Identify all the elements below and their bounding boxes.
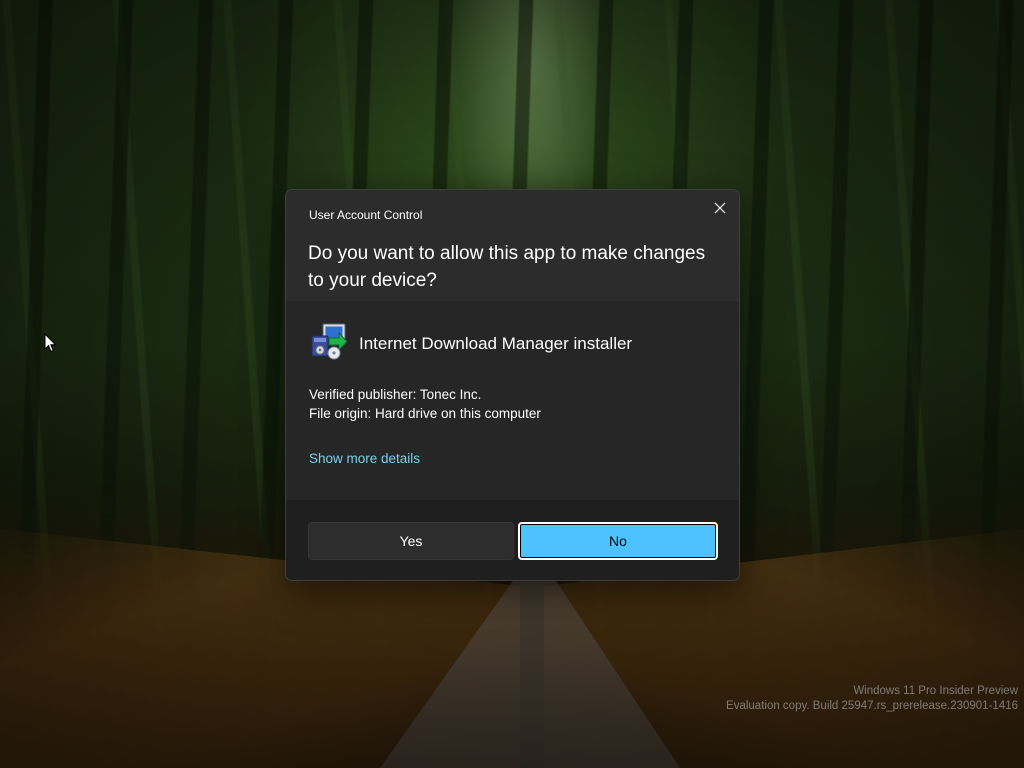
app-name: Internet Download Manager installer [359,334,633,353]
yes-button[interactable]: Yes [308,522,514,560]
mouse-cursor-icon [44,333,57,353]
windows-watermark: Windows 11 Pro Insider Preview Evaluatio… [726,684,1018,714]
dialog-header: User Account Control Do you want to allo… [286,190,739,301]
dialog-body: Internet Download Manager installer Veri… [286,301,739,500]
no-button[interactable]: No [518,522,718,560]
uac-dialog: User Account Control Do you want to allo… [285,189,740,581]
watermark-build: Evaluation copy. Build 25947.rs_prerelea… [726,700,1018,712]
watermark-edition: Windows 11 Pro Insider Preview [853,685,1018,697]
show-more-details-link[interactable]: Show more details [309,451,420,466]
close-icon [714,202,726,214]
dialog-footer: Yes No [286,500,739,580]
idm-installer-icon [311,323,348,360]
file-origin: File origin: Hard drive on this computer [309,406,541,421]
close-button[interactable] [705,194,735,222]
dialog-question: Do you want to allow this app to make ch… [308,243,706,291]
dialog-title: User Account Control [309,208,423,222]
verified-publisher: Verified publisher: Tonec Inc. [309,387,482,402]
